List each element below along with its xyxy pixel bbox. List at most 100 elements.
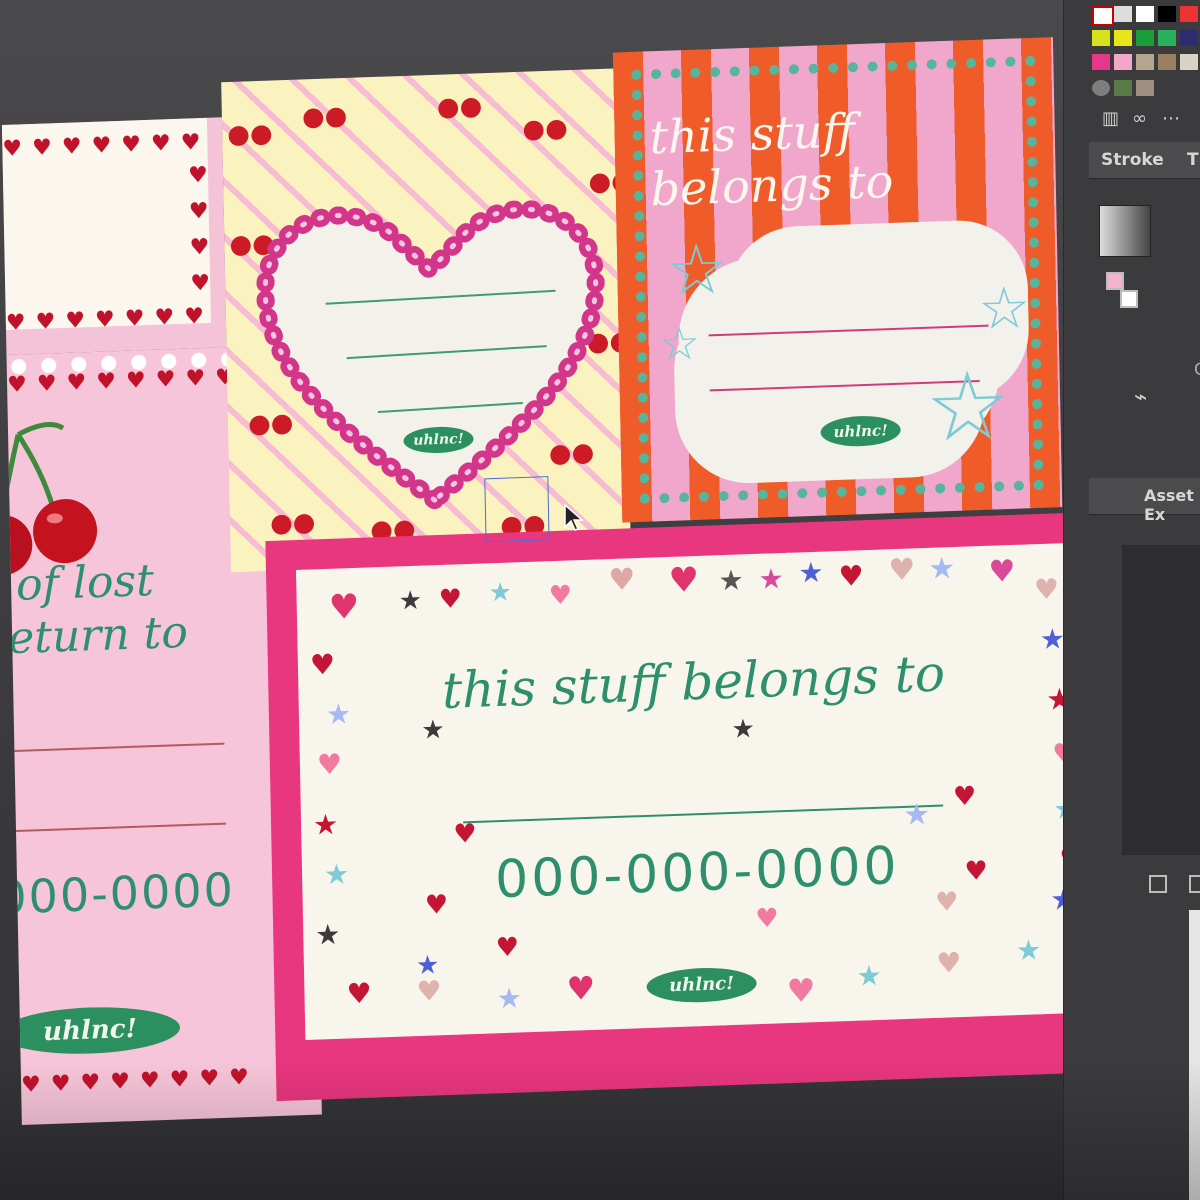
heart-confetti: ♥ bbox=[888, 552, 916, 589]
right-panel: ▥ ∞ ⋯ Stroke T ⌁ C Asset Ex bbox=[1063, 0, 1200, 1200]
eyedropper-icon[interactable]: ⌁ bbox=[1134, 385, 1147, 410]
star-icon: ☆ bbox=[664, 227, 729, 312]
swatch-none[interactable] bbox=[1092, 6, 1114, 26]
stroke-tab-bar: Stroke T bbox=[1089, 142, 1200, 179]
bead-heart-frame bbox=[256, 200, 605, 512]
star-confetti: ★ bbox=[323, 857, 350, 892]
heart-confetti: ♥ bbox=[424, 889, 449, 921]
star-icon: ☆ bbox=[658, 315, 701, 372]
star-confetti: ★ bbox=[758, 561, 784, 596]
swatch-black[interactable] bbox=[1158, 6, 1176, 22]
export-button[interactable] bbox=[1189, 875, 1200, 893]
star-confetti: ★ bbox=[731, 714, 756, 745]
swatch-yellow[interactable] bbox=[1092, 30, 1110, 46]
heart-confetti: ♥ bbox=[952, 781, 977, 813]
cherry-icon: ●● bbox=[436, 91, 483, 123]
swatch-white[interactable] bbox=[1136, 6, 1154, 22]
heart-confetti: ♥ bbox=[416, 974, 442, 1009]
swatch-lemon[interactable] bbox=[1114, 30, 1132, 46]
asset-list-area[interactable] bbox=[1122, 545, 1200, 855]
write-line-1 bbox=[14, 742, 225, 752]
star-icon: ☆ bbox=[924, 350, 1012, 464]
heart-frame-label[interactable]: ●● ●● ●● ●● ●● ●● ●● ●● ●● ●● ●● ●● uhln… bbox=[221, 68, 631, 573]
side-label: C bbox=[1194, 360, 1200, 380]
cherry-illustration bbox=[6, 422, 98, 576]
artboard[interactable]: ♥♥♥♥♥♥♥ ♥♥♥♥♥♥♥ ♥♥♥♥ ♥♥♥♥♥♥♥♥ e of lost … bbox=[0, 0, 1200, 1200]
fill-swatch[interactable] bbox=[1106, 272, 1124, 290]
heart-confetti: ♥ bbox=[668, 559, 700, 602]
stripe-cloud-label[interactable]: this stuff belongs to ☆ ☆ ☆ ☆ uhlnc! bbox=[612, 37, 1063, 523]
stamp-title: this stuff belongs to bbox=[441, 644, 946, 720]
gradient-preview[interactable] bbox=[1099, 205, 1151, 257]
star-confetti: ★ bbox=[798, 555, 824, 590]
swatch-pink[interactable] bbox=[1092, 54, 1110, 70]
heart-confetti: ♥ bbox=[328, 586, 360, 628]
heart-confetti: ♥ bbox=[608, 562, 636, 599]
star-icon: ☆ bbox=[977, 273, 1031, 343]
swatch-light-pink[interactable] bbox=[1114, 54, 1132, 70]
tab-next[interactable]: T bbox=[1187, 150, 1199, 170]
selection-box[interactable] bbox=[484, 476, 550, 543]
new-asset-button[interactable] bbox=[1149, 875, 1167, 893]
stripe-title-line2: belongs to bbox=[650, 153, 894, 217]
star-confetti: ★ bbox=[718, 563, 744, 598]
swatch-green[interactable] bbox=[1136, 30, 1154, 46]
heart-confetti: ♥ bbox=[934, 887, 959, 918]
swatch-tan[interactable] bbox=[1136, 54, 1154, 70]
swatch-pattern[interactable] bbox=[1092, 80, 1110, 96]
write-line bbox=[463, 804, 944, 824]
write-line-2 bbox=[16, 822, 227, 832]
star-confetti: ★ bbox=[928, 550, 956, 587]
cherry-icon: ●● bbox=[301, 100, 348, 133]
heart-confetti: ♥ bbox=[988, 553, 1016, 590]
heart-confetti: ♥ bbox=[346, 976, 372, 1011]
heart-row-top: ♥♥♥♥♥♥♥♥ bbox=[6, 364, 246, 398]
star-confetti: ★ bbox=[325, 697, 352, 732]
star-confetti: ★ bbox=[314, 917, 341, 952]
phone-placeholder: 000-0000 bbox=[6, 862, 236, 925]
star-confetti: ★ bbox=[1039, 622, 1066, 657]
swatch-pattern-3[interactable] bbox=[1136, 80, 1154, 96]
heart-border-label[interactable]: ♥♥♥♥♥♥♥ ♥♥♥♥♥♥♥ ♥ ♥ ♥ ♥ bbox=[1, 117, 227, 355]
star-confetti: ★ bbox=[1015, 933, 1042, 968]
swatch-beige[interactable] bbox=[1180, 54, 1198, 70]
heart-confetti: ♥ bbox=[548, 580, 573, 612]
star-confetti: ★ bbox=[496, 981, 523, 1016]
heart-row-bottom: ♥♥♥♥♥♥♥ bbox=[5, 303, 215, 336]
swatch-navy[interactable] bbox=[1180, 30, 1198, 46]
library-icon[interactable]: ▥ bbox=[1102, 108, 1119, 129]
heart-confetti: ♥ bbox=[316, 747, 343, 782]
swatch-brown[interactable] bbox=[1158, 54, 1176, 70]
stamp-paper: this stuff belongs to 000-000-0000 uhlnc… bbox=[296, 542, 1096, 1041]
star-confetti: ★ bbox=[421, 714, 445, 746]
star-confetti: ★ bbox=[488, 577, 513, 609]
cherry-icon: ●● bbox=[226, 118, 273, 151]
tab-asset-export[interactable]: Asset Ex bbox=[1144, 486, 1200, 524]
heart-confetti: ♥ bbox=[438, 584, 463, 616]
vignette bbox=[0, 1060, 1200, 1200]
options-icon[interactable]: ⋯ bbox=[1162, 108, 1180, 129]
star-confetti: ★ bbox=[415, 950, 440, 982]
stamp-confetti-label[interactable]: this stuff belongs to 000-000-0000 uhlnc… bbox=[265, 510, 1137, 1102]
star-confetti: ★ bbox=[312, 807, 339, 842]
star-confetti: ★ bbox=[902, 797, 931, 833]
heart-confetti: ♥ bbox=[309, 647, 336, 682]
swatch-pattern-2[interactable] bbox=[1114, 80, 1132, 96]
stroke-swatch[interactable] bbox=[1120, 290, 1138, 308]
lost-text-line1: e of lost bbox=[7, 555, 155, 612]
heart-confetti: ♥ bbox=[495, 932, 520, 964]
tab-stroke[interactable]: Stroke bbox=[1101, 150, 1164, 170]
star-confetti: ★ bbox=[856, 958, 882, 993]
heart-confetti: ♥ bbox=[566, 968, 596, 1008]
swatch-green-2[interactable] bbox=[1158, 30, 1176, 46]
stripe-title: this stuff belongs to bbox=[649, 103, 894, 217]
swatch-registration[interactable] bbox=[1114, 6, 1132, 22]
heart-confetti: ♥ bbox=[755, 903, 779, 935]
link-icon[interactable]: ∞ bbox=[1132, 108, 1147, 129]
uhlnc-badge: uhlnc! bbox=[646, 966, 757, 1005]
asset-export-tab-bar: Asset Ex bbox=[1089, 478, 1200, 524]
heart-confetti: ♥ bbox=[838, 559, 864, 594]
swatch-red[interactable] bbox=[1180, 6, 1198, 22]
cherry-icon: ●● bbox=[522, 113, 569, 145]
heart-confetti: ♥ bbox=[1033, 572, 1060, 607]
